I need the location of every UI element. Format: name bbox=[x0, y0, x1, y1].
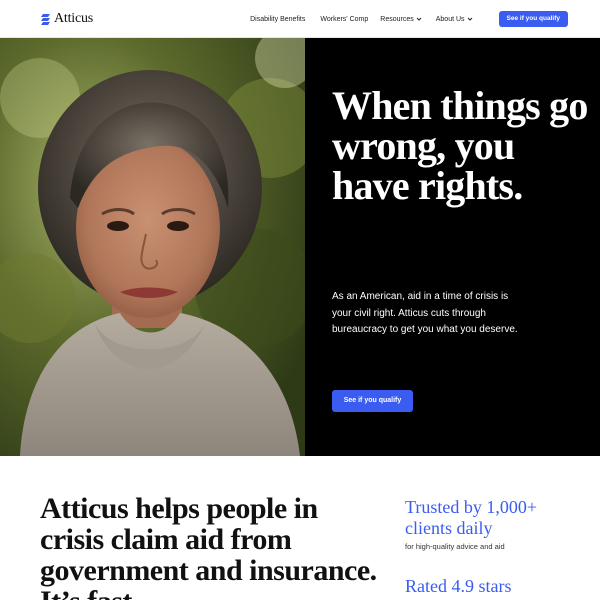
main-nav: Disability Benefits Workers' Comp Resour… bbox=[250, 0, 568, 38]
nav-see-if-you-qualify-button[interactable]: See if you qualify bbox=[498, 11, 568, 27]
nav-resources[interactable]: Resources bbox=[380, 15, 422, 23]
nav-about-us-label: About Us bbox=[435, 15, 465, 23]
chevron-down-icon bbox=[416, 17, 422, 21]
chevron-down-icon bbox=[467, 17, 472, 21]
stat-trusted-title: Trusted by 1,000+ clients daily bbox=[405, 497, 538, 538]
hero-portrait-photo bbox=[0, 38, 305, 456]
atticus-logo-icon bbox=[41, 13, 50, 25]
atticus-logo[interactable]: Atticus bbox=[40, 11, 93, 27]
mission-section: Atticus helps people in crisis claim aid… bbox=[0, 456, 600, 600]
nav-about-us[interactable]: About Us bbox=[436, 16, 473, 23]
stat-rating-title: Rated 4.9 stars bbox=[405, 576, 512, 596]
nav-resources-label: Resources bbox=[380, 15, 414, 23]
hero-text-panel: When things go wrong, you have rights. A… bbox=[305, 38, 600, 456]
stat-trusted-subtitle: for high-quality advice and aid bbox=[405, 542, 505, 551]
hero-section: When things go wrong, you have rights. A… bbox=[0, 38, 600, 456]
hero-title: When things go wrong, you have rights. bbox=[332, 83, 588, 208]
nav-disability-benefits[interactable]: Disability Benefits bbox=[250, 16, 305, 23]
hero-see-if-you-qualify-button[interactable]: See if you qualify bbox=[332, 390, 413, 412]
logo-text: Atticus bbox=[54, 11, 94, 26]
stat-trusted: Trusted by 1,000+ clients daily for high… bbox=[405, 497, 580, 551]
stat-rating: Rated 4.9 stars bbox=[405, 576, 580, 597]
hero-description: As an American, aid in a time of crisis … bbox=[332, 291, 518, 335]
site-header: Atticus Disability Benefits Workers' Com… bbox=[0, 0, 600, 38]
nav-workers-comp[interactable]: Workers' Comp bbox=[320, 16, 368, 23]
mission-heading: Atticus helps people in crisis claim aid… bbox=[40, 492, 377, 600]
